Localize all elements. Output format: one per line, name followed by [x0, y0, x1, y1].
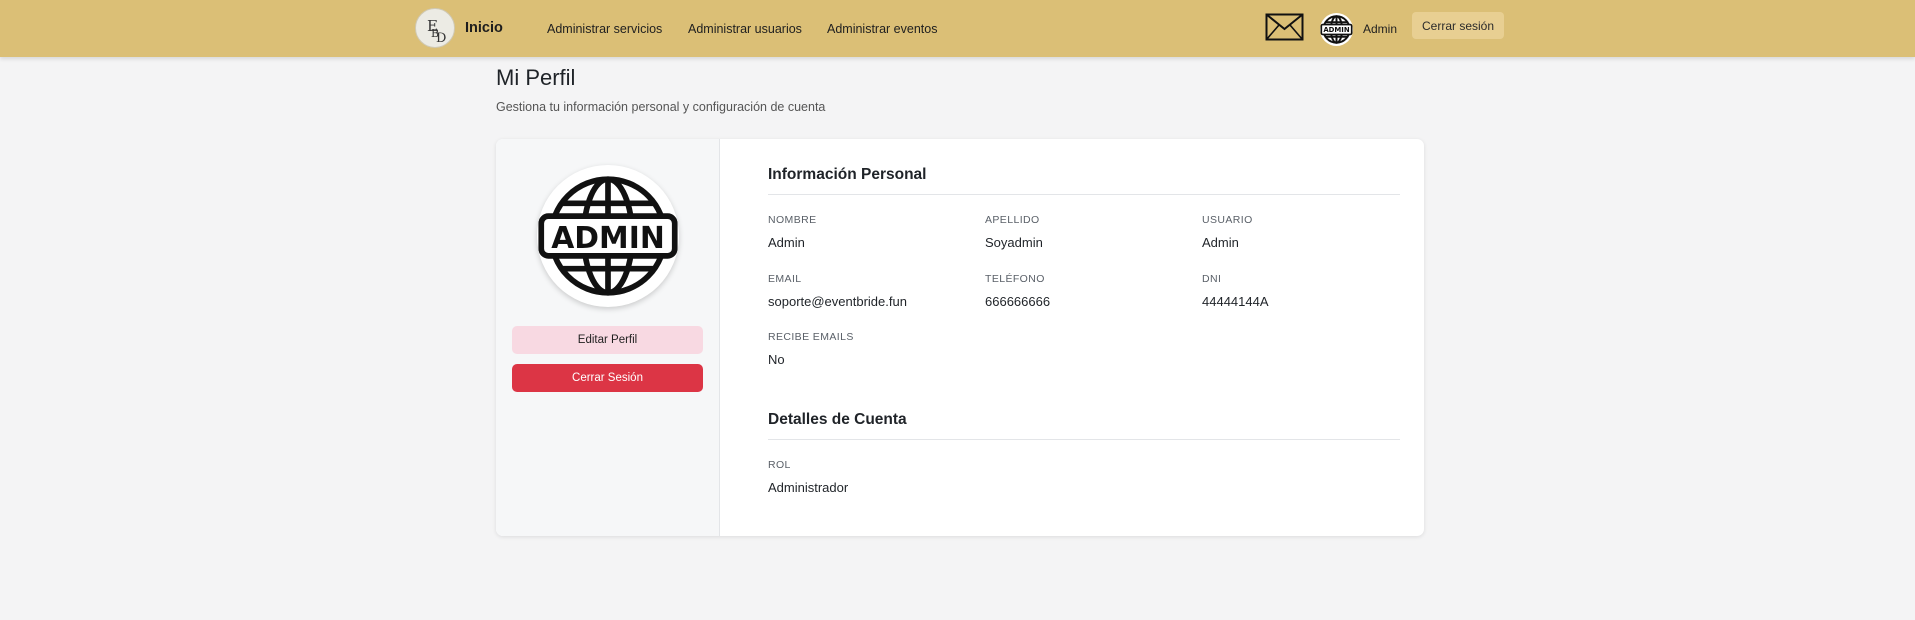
field-value-email: soporte@eventbride.fun: [768, 294, 907, 309]
field-value-apellido: Soyadmin: [985, 235, 1043, 250]
nav-link-events[interactable]: Administrar eventos: [827, 22, 937, 36]
field-value-rol: Administrador: [768, 480, 849, 495]
section-divider: [768, 194, 1400, 195]
svg-text:ADMIN: ADMIN: [1323, 26, 1350, 34]
logo-monogram-icon: E B D: [427, 17, 446, 46]
profile-avatar: ADMIN: [537, 165, 679, 307]
user-avatar[interactable]: ADMIN: [1320, 13, 1353, 46]
field-value-telefono: 666666666: [985, 294, 1051, 309]
logo[interactable]: E B D: [415, 8, 455, 48]
top-navbar: E B D Inicio Administrar servicios Admin…: [0, 0, 1915, 57]
field-label-apellido: Apellido: [985, 214, 1040, 226]
section-title-account: Detalles de Cuenta: [768, 411, 907, 428]
section-divider: [768, 439, 1400, 440]
nav-link-users[interactable]: Administrar usuarios: [688, 22, 802, 36]
field-value-nombre: Admin: [768, 235, 805, 250]
admin-globe-icon: ADMIN: [1320, 15, 1353, 44]
edit-profile-button[interactable]: Editar Perfil: [512, 326, 703, 354]
profile-sidebar: ADMIN Editar Perfil Cerrar Sesión: [496, 139, 720, 536]
admin-globe-icon: ADMIN: [538, 176, 678, 296]
svg-text:ADMIN: ADMIN: [551, 221, 665, 256]
logout-button-top[interactable]: Cerrar sesión: [1412, 12, 1504, 39]
field-label-rol: Rol: [768, 459, 791, 471]
field-value-usuario: Admin: [1202, 235, 1239, 250]
page-subtitle: Gestiona tu información personal y confi…: [496, 100, 826, 114]
field-value-recibe-emails: No: [768, 352, 785, 367]
nav-link-services[interactable]: Administrar servicios: [547, 22, 662, 36]
page-title: Mi Perfil: [496, 65, 576, 90]
user-name[interactable]: Admin: [1363, 22, 1397, 36]
envelope-icon[interactable]: [1265, 13, 1304, 41]
field-label-nombre: Nombre: [768, 214, 817, 226]
logout-button[interactable]: Cerrar Sesión: [512, 364, 703, 392]
section-title-personal: Información Personal: [768, 166, 927, 183]
svg-text:D: D: [436, 31, 446, 46]
field-value-dni: 44444144A: [1202, 294, 1269, 309]
field-label-recibe-emails: Recibe Emails: [768, 331, 854, 343]
field-label-email: Email: [768, 273, 802, 285]
field-label-usuario: Usuario: [1202, 214, 1253, 226]
home-link[interactable]: Inicio: [465, 20, 503, 36]
field-label-telefono: Teléfono: [985, 273, 1045, 285]
field-label-dni: DNI: [1202, 273, 1222, 285]
profile-card: ADMIN Editar Perfil Cerrar Sesión Inform…: [496, 139, 1424, 536]
